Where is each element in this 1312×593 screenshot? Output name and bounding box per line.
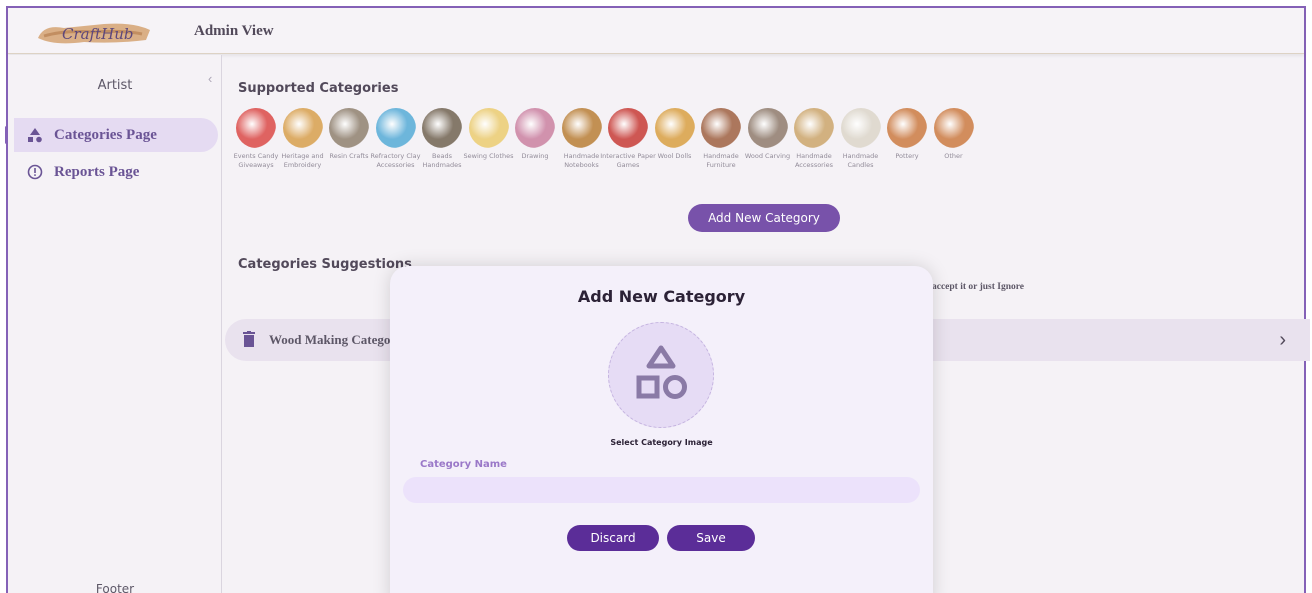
add-category-modal: Add New Category Select Category Image C… — [390, 266, 933, 593]
discard-button[interactable]: Discard — [567, 525, 659, 551]
shapes-placeholder-icon — [636, 345, 687, 399]
save-button[interactable]: Save — [667, 525, 755, 551]
modal-title: Add New Category — [577, 287, 746, 306]
category-name-input[interactable] — [403, 477, 920, 503]
category-name-label: Category Name — [420, 459, 507, 470]
category-image-picker[interactable] — [608, 322, 714, 428]
image-caption: Select Category Image — [610, 438, 713, 447]
